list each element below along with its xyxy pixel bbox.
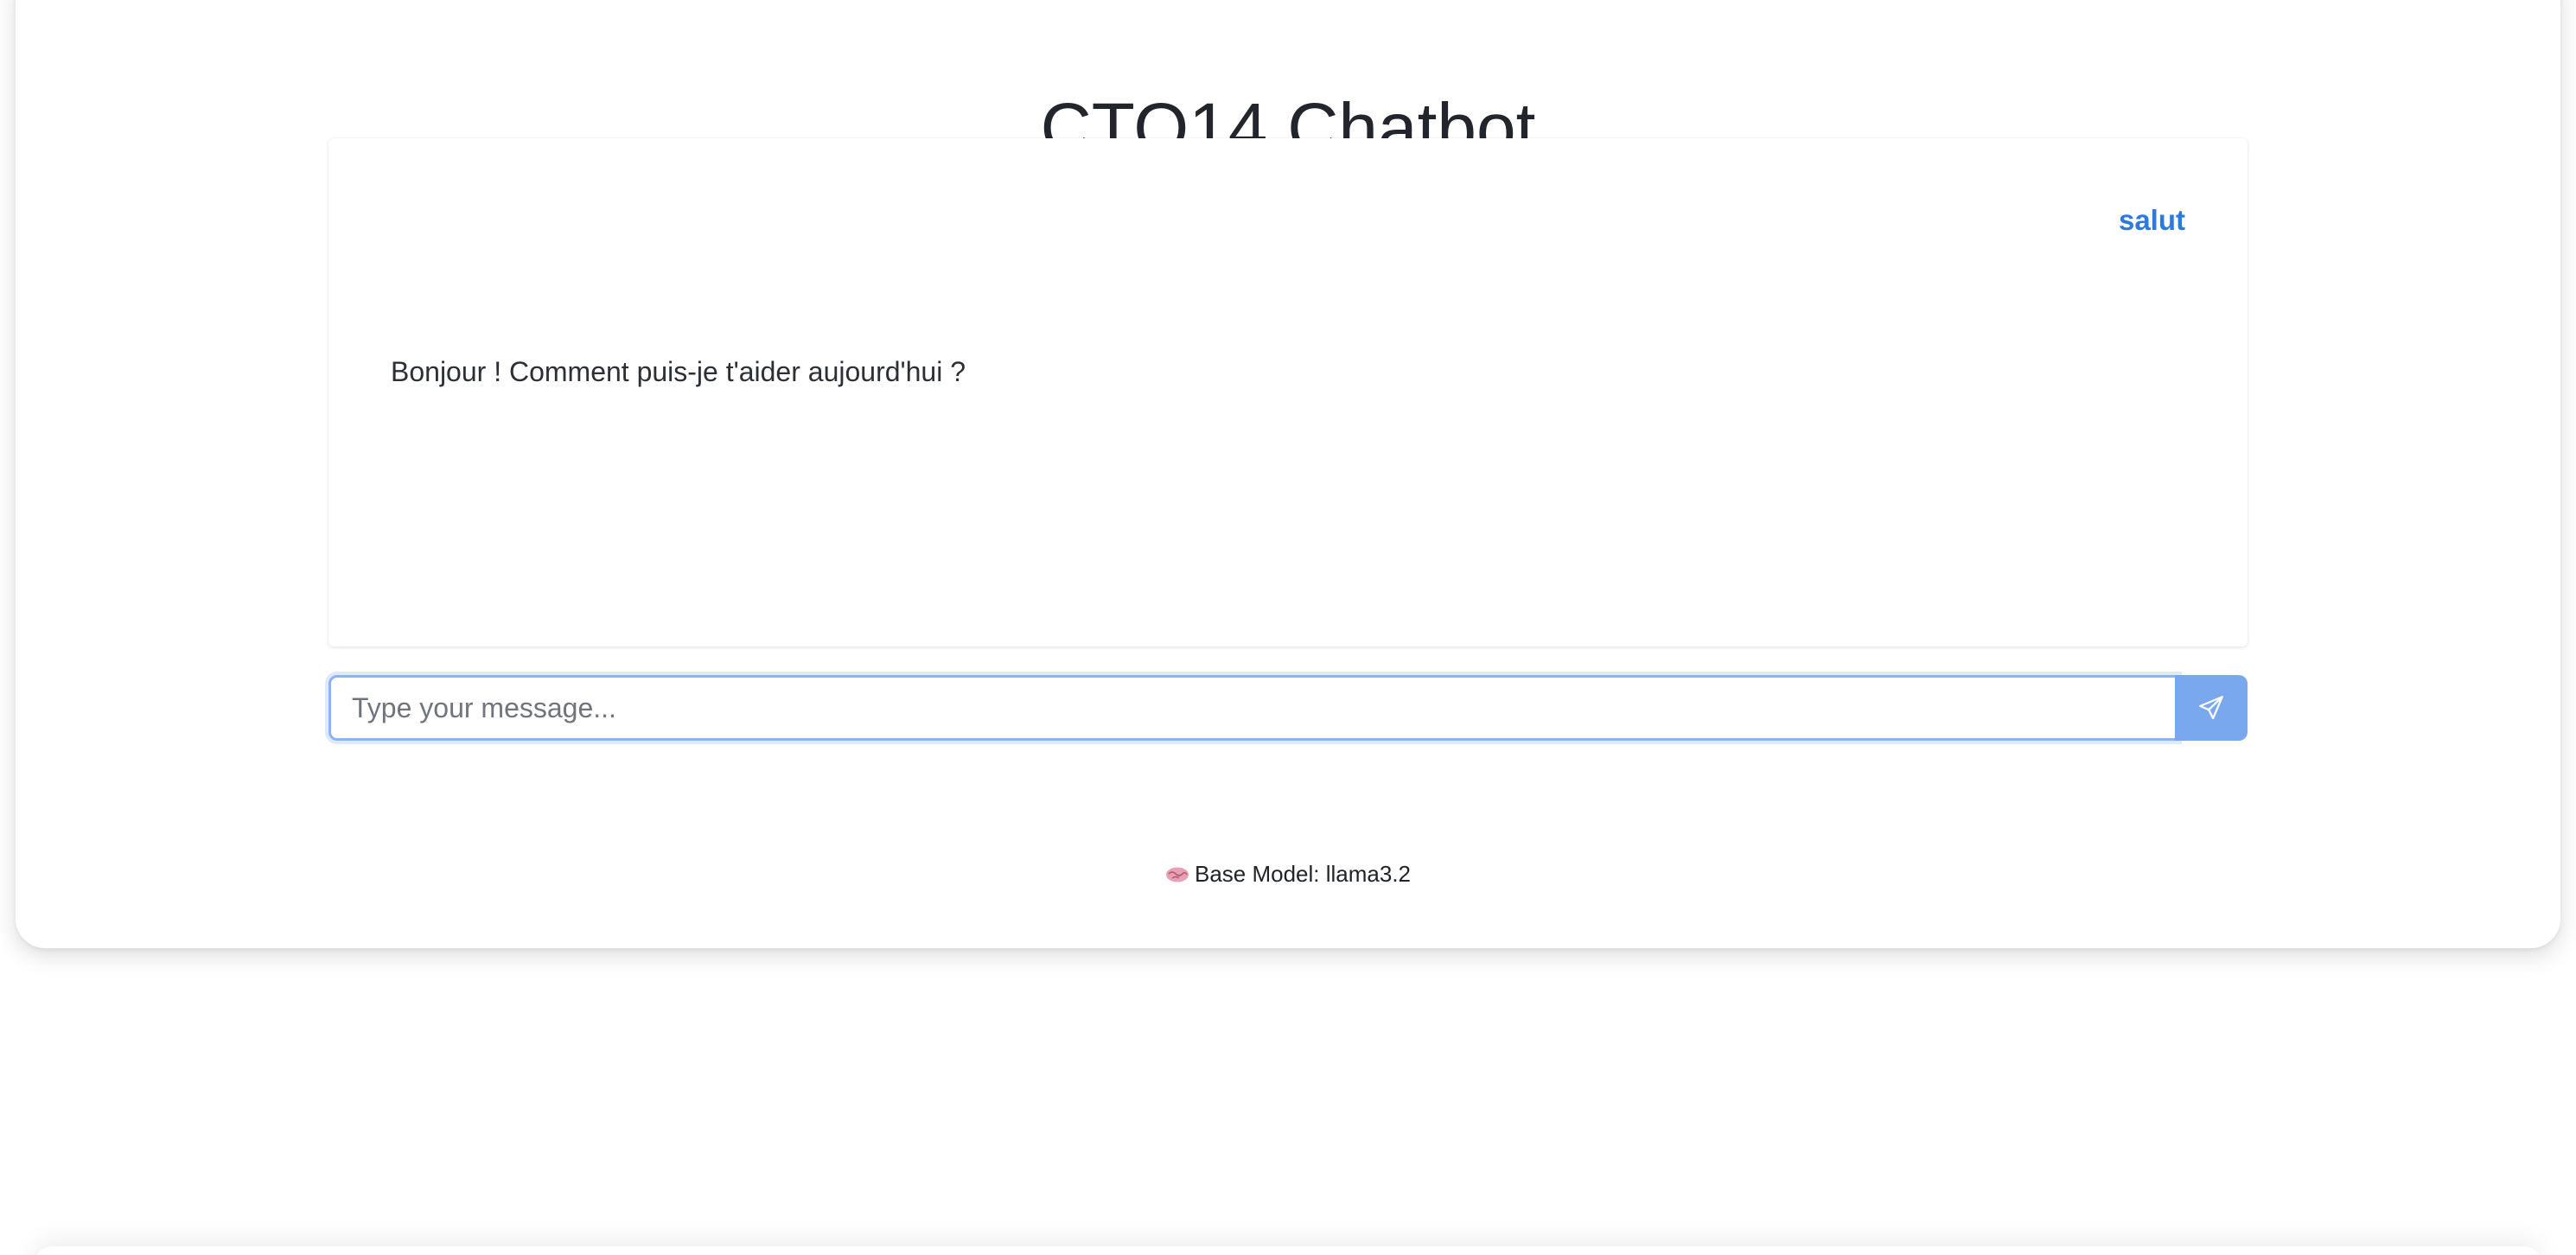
bottom-shadow xyxy=(35,1246,2541,1255)
user-message: salut xyxy=(2118,204,2185,236)
assistant-message: Bonjour ! Comment puis-je t'aider aujour… xyxy=(391,356,966,387)
send-icon xyxy=(2199,696,2223,720)
model-label: Base Model: llama3.2 xyxy=(1194,861,1412,887)
page: CTO14 Chatbot salut Bonjour ! Comment pu… xyxy=(0,0,2576,1255)
chat-messages-panel: salut Bonjour ! Comment puis-je t'aider … xyxy=(328,138,2248,647)
brain-icon xyxy=(1165,867,1189,882)
model-info: Base Model: llama3.2 xyxy=(16,861,2560,888)
message-composer xyxy=(328,675,2248,741)
send-button[interactable] xyxy=(2175,675,2248,741)
chat-app-card: CTO14 Chatbot salut Bonjour ! Comment pu… xyxy=(16,0,2560,948)
message-input[interactable] xyxy=(328,675,2178,741)
